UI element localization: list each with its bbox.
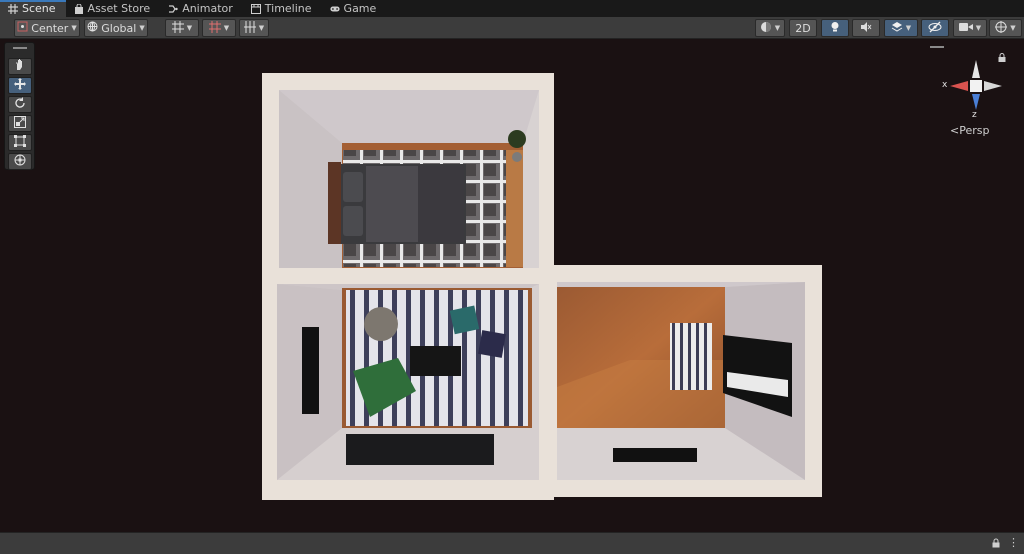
gamepad-icon bbox=[329, 4, 340, 14]
tab-scene-label: Scene bbox=[22, 2, 56, 15]
timeline-icon bbox=[250, 3, 261, 14]
pivot-center-icon bbox=[17, 21, 28, 35]
chevron-down-icon: ▼ bbox=[223, 24, 230, 32]
tab-bar: Scene Asset Store Animator Timeline Game bbox=[0, 0, 1024, 17]
tab-asset-store-label: Asset Store bbox=[87, 2, 151, 15]
perspective-icon: < bbox=[950, 124, 960, 137]
chevron-down-icon: ▼ bbox=[774, 24, 781, 32]
globe-icon bbox=[87, 21, 98, 35]
hand-tool-button[interactable] bbox=[8, 58, 32, 75]
chevron-down-icon: ▼ bbox=[905, 24, 912, 32]
lock-icon[interactable] bbox=[992, 538, 1000, 551]
rect-transform-icon bbox=[14, 135, 26, 150]
axis-z-label: z bbox=[972, 110, 977, 120]
rotate-icon bbox=[14, 97, 26, 112]
overlay-drag-handle[interactable] bbox=[930, 46, 944, 48]
grid-snapping-dropdown[interactable]: ▼ bbox=[165, 19, 199, 37]
transform-icon bbox=[14, 154, 26, 169]
toggle-2d-label: 2D bbox=[795, 21, 811, 35]
bag-icon bbox=[74, 3, 84, 14]
lightbulb-icon bbox=[830, 21, 840, 36]
tool-palette bbox=[4, 42, 35, 170]
axis-x-cone[interactable] bbox=[950, 81, 968, 91]
room-render bbox=[262, 73, 822, 500]
gizmos-dropdown[interactable]: ▼ bbox=[989, 19, 1022, 37]
move-arrows-icon bbox=[14, 78, 26, 93]
eye-off-icon bbox=[928, 21, 942, 36]
scene-viewport[interactable]: x z <Persp bbox=[0, 40, 1024, 532]
gizmo-icon bbox=[995, 20, 1008, 36]
tab-animator-label: Animator bbox=[182, 2, 233, 15]
scale-icon bbox=[14, 116, 26, 131]
chevron-down-icon: ▼ bbox=[975, 24, 982, 32]
grid-icon bbox=[8, 3, 18, 14]
tab-game-label: Game bbox=[343, 2, 377, 15]
bottom-bar: ⋮ bbox=[0, 532, 1024, 554]
layers-icon bbox=[891, 21, 903, 36]
axis-y-cone[interactable] bbox=[972, 60, 980, 78]
grid-visibility-icon bbox=[243, 20, 256, 36]
chevron-down-icon: ▼ bbox=[71, 24, 77, 32]
tab-timeline[interactable]: Timeline bbox=[243, 0, 322, 17]
chevron-down-icon: ▼ bbox=[258, 24, 265, 32]
axis-neg-x-cone[interactable] bbox=[984, 81, 1002, 91]
toggle-2d-button[interactable]: 2D bbox=[789, 19, 817, 37]
hand-icon bbox=[14, 59, 26, 74]
pivot-mode-dropdown[interactable]: Center ▼ bbox=[14, 19, 80, 37]
projection-toggle[interactable]: <Persp bbox=[950, 124, 989, 137]
tab-animator[interactable]: Animator bbox=[160, 0, 243, 17]
chevron-down-icon: ▼ bbox=[186, 24, 193, 32]
tab-asset-store[interactable]: Asset Store bbox=[66, 0, 161, 17]
audio-mute-icon bbox=[860, 21, 872, 36]
rect-tool-button[interactable] bbox=[8, 134, 32, 151]
chevron-down-icon: ▼ bbox=[1010, 24, 1016, 32]
pivot-mode-label: Center bbox=[31, 21, 69, 35]
drag-handle[interactable] bbox=[13, 47, 27, 49]
animator-icon bbox=[168, 4, 178, 14]
scale-tool-button[interactable] bbox=[8, 115, 32, 132]
camera-icon bbox=[958, 22, 973, 35]
tab-timeline-label: Timeline bbox=[264, 2, 312, 15]
grid-visibility-dropdown[interactable]: ▼ bbox=[239, 19, 269, 37]
increment-snap-dropdown[interactable]: ▼ bbox=[202, 19, 236, 37]
more-options-icon[interactable]: ⋮ bbox=[1008, 536, 1019, 549]
lighting-toggle[interactable] bbox=[821, 19, 849, 37]
tab-scene[interactable]: Scene bbox=[0, 0, 66, 17]
scene-toolbar: Center ▼ Global ▼ ▼ ▼ ▼ ▼ 2D ▼ ▼ ▼ bbox=[0, 17, 1024, 39]
camera-dropdown[interactable]: ▼ bbox=[953, 19, 987, 37]
shaded-sphere-icon bbox=[760, 21, 772, 36]
audio-toggle[interactable] bbox=[852, 19, 880, 37]
rotate-tool-button[interactable] bbox=[8, 96, 32, 113]
gizmo-center-cube[interactable] bbox=[970, 80, 982, 92]
increment-snap-icon bbox=[208, 20, 221, 36]
scene-visibility-toggle[interactable] bbox=[921, 19, 949, 37]
transform-tool-button[interactable] bbox=[8, 153, 32, 170]
space-mode-dropdown[interactable]: Global ▼ bbox=[84, 19, 148, 37]
chevron-down-icon: ▼ bbox=[139, 24, 145, 32]
projection-label: Persp bbox=[959, 124, 990, 137]
draw-mode-dropdown[interactable]: ▼ bbox=[755, 19, 785, 37]
effects-dropdown[interactable]: ▼ bbox=[884, 19, 918, 37]
axis-z-cone[interactable] bbox=[972, 94, 980, 110]
move-tool-button[interactable] bbox=[8, 77, 32, 94]
tab-game[interactable]: Game bbox=[322, 0, 387, 17]
grid-snap-icon bbox=[171, 20, 184, 36]
axis-x-label: x bbox=[942, 80, 948, 90]
space-mode-label: Global bbox=[101, 21, 137, 35]
